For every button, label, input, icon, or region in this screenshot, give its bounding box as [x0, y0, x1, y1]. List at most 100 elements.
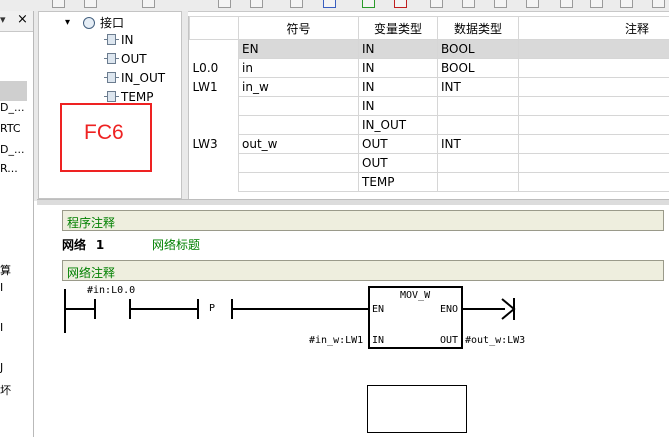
var-type-cell[interactable]: IN [358, 96, 438, 116]
run-button[interactable] [362, 0, 375, 8]
mov-w-block[interactable]: MOV_W EN ENO IN OUT [368, 286, 463, 349]
pin-icon [104, 53, 119, 64]
symbol-cell[interactable]: in_w [238, 77, 359, 97]
chevron-down-icon[interactable]: ▾ [0, 13, 6, 26]
column-header-symbol: 符号 [238, 16, 359, 40]
symbol-cell[interactable]: out_w [238, 134, 359, 154]
project-item[interactable]: 算 [0, 262, 11, 278]
comment-cell[interactable] [518, 115, 669, 135]
symbol-cell[interactable] [238, 172, 359, 192]
tree-root[interactable]: 接口 [83, 14, 124, 31]
var-type-cell[interactable]: IN [358, 58, 438, 78]
toolbar-button[interactable] [652, 0, 665, 8]
data-type-cell[interactable]: INT [437, 77, 519, 97]
toolbar-button[interactable] [494, 0, 507, 8]
variable-table: 符号 变量类型 数据类型 注释 EN IN BOOL L0.0 in IN BOOL LW1 i… [188, 16, 669, 200]
project-item[interactable]: I [0, 281, 3, 294]
var-type-cell[interactable]: OUT [358, 134, 438, 154]
table-row[interactable]: EN IN BOOL [189, 39, 669, 59]
insert-button[interactable] [590, 0, 603, 8]
comment-cell[interactable] [518, 96, 669, 116]
toolbar-button[interactable] [84, 0, 97, 8]
toolbar-button[interactable] [52, 0, 65, 8]
comment-cell[interactable] [518, 77, 669, 97]
out-operand[interactable]: #out_w:LW3 [465, 335, 525, 346]
network-comment[interactable]: 网络注释 [62, 260, 664, 281]
data-type-cell[interactable]: BOOL [437, 58, 519, 78]
toolbar-button[interactable] [290, 0, 303, 8]
p-contact-label[interactable]: P [209, 303, 215, 314]
power-rail [64, 289, 66, 333]
project-item[interactable]: RTC [0, 122, 21, 135]
network-title[interactable]: 网络标题 [152, 238, 200, 252]
var-type-cell[interactable]: IN [358, 39, 438, 59]
var-type-cell[interactable]: TEMP [358, 172, 438, 192]
tree-item-out[interactable]: OUT [104, 52, 147, 66]
toolbar-button[interactable] [218, 0, 231, 8]
stop-button[interactable] [394, 0, 407, 8]
toolbar-button[interactable] [560, 0, 573, 8]
in-operand[interactable]: #in_w:LW1 [309, 335, 363, 346]
symbol-cell[interactable] [238, 96, 359, 116]
download-button[interactable] [323, 0, 336, 8]
column-header-data-type: 数据类型 [437, 16, 519, 40]
tree-item-in-out[interactable]: IN_OUT [104, 71, 166, 85]
table-row[interactable]: L0.0 in IN BOOL [189, 58, 669, 78]
project-item[interactable]: 坏 [0, 382, 11, 398]
var-type-cell[interactable]: IN_OUT [358, 115, 438, 135]
data-type-cell[interactable] [437, 96, 519, 116]
project-item[interactable]: D_... [0, 101, 24, 114]
project-item[interactable]: R... [0, 162, 18, 175]
tree-item-temp[interactable]: TEMP [104, 90, 154, 104]
table-row[interactable]: TEMP [189, 172, 669, 192]
table-row[interactable]: OUT [189, 153, 669, 173]
project-item[interactable]: I [0, 321, 3, 334]
wire [131, 308, 197, 310]
project-item[interactable]: D_... [0, 143, 24, 156]
symbol-cell[interactable] [238, 115, 359, 135]
project-item[interactable]: J [0, 361, 3, 374]
toolbar-button[interactable] [250, 0, 263, 8]
toolbar-button[interactable] [430, 0, 443, 8]
comment-cell[interactable] [518, 134, 669, 154]
tree-item-label: IN_OUT [121, 71, 166, 85]
data-type-cell[interactable] [437, 115, 519, 135]
p-contact-left-bar [197, 299, 199, 319]
table-row[interactable]: LW1 in_w IN INT [189, 77, 669, 97]
empty-box[interactable] [367, 385, 467, 433]
toolbar-button[interactable] [462, 0, 475, 8]
comment-cell[interactable] [518, 39, 669, 59]
symbol-cell[interactable]: EN [238, 39, 359, 59]
symbol-cell[interactable] [238, 153, 359, 173]
data-type-cell[interactable]: INT [437, 134, 519, 154]
data-type-cell[interactable]: BOOL [437, 39, 519, 59]
address-cell: L0.0 [189, 58, 239, 78]
data-type-cell[interactable] [437, 172, 519, 192]
pin-icon [104, 72, 119, 83]
pin-eno-label: ENO [439, 304, 458, 315]
pin-icon [104, 34, 119, 45]
program-comment[interactable]: 程序注释 [62, 210, 664, 231]
symbol-cell[interactable]: in [238, 58, 359, 78]
table-row[interactable]: LW3 out_w OUT INT [189, 134, 669, 154]
data-type-cell[interactable] [437, 153, 519, 173]
tree-item-label: OUT [121, 52, 147, 66]
toolbar-button[interactable] [142, 0, 155, 8]
var-type-cell[interactable]: IN [358, 77, 438, 97]
pin-in-label: IN [372, 335, 385, 346]
variable-table-grid: 符号 变量类型 数据类型 注释 EN IN BOOL L0.0 in IN BOOL LW1 i… [189, 16, 669, 192]
delete-button[interactable] [620, 0, 633, 8]
var-type-cell[interactable]: OUT [358, 153, 438, 173]
network-header: 网络 1 网络标题 [62, 236, 200, 253]
tree-item-in[interactable]: IN [104, 33, 134, 47]
contact-label[interactable]: #in:L0.0 [87, 285, 135, 296]
address-cell [189, 115, 239, 135]
table-row[interactable]: IN [189, 96, 669, 116]
comment-cell[interactable] [518, 153, 669, 173]
table-row[interactable]: IN_OUT [189, 115, 669, 135]
close-icon[interactable]: × [17, 12, 28, 27]
comment-cell[interactable] [518, 58, 669, 78]
toolbar-button[interactable] [526, 0, 539, 8]
chevron-down-icon[interactable]: ▾ [65, 17, 70, 28]
comment-cell[interactable] [518, 172, 669, 192]
